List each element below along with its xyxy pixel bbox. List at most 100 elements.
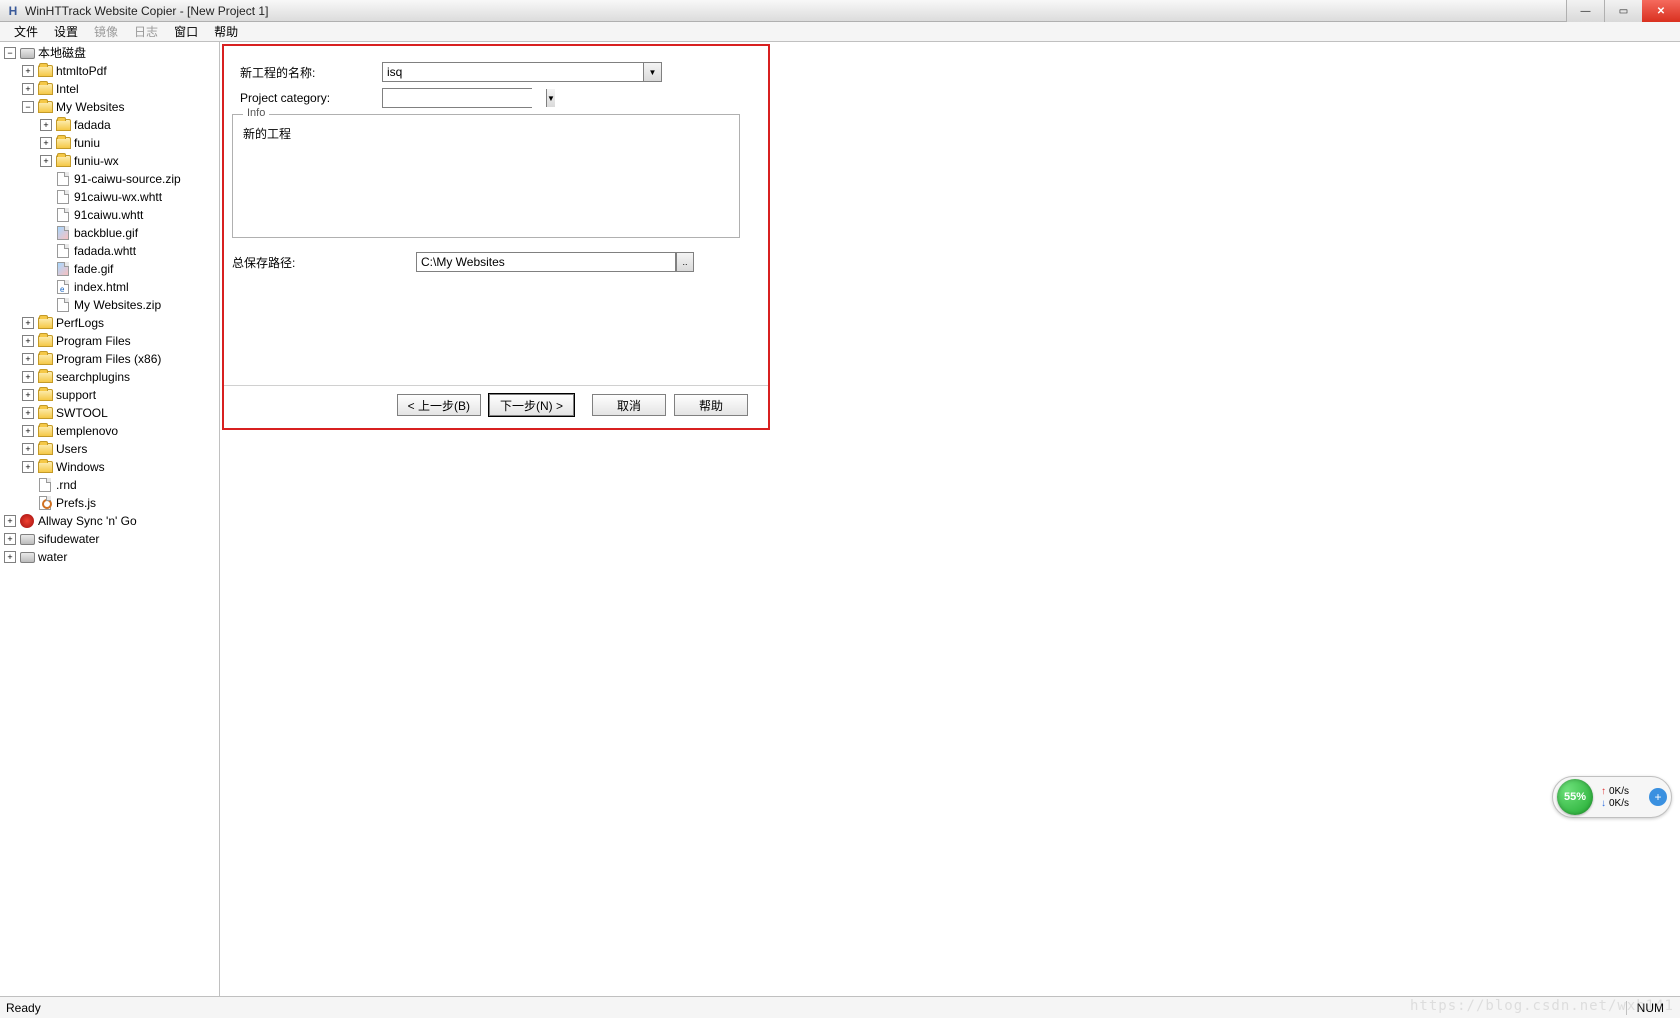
tree-expander[interactable]: + [22, 317, 34, 329]
tree-expander[interactable]: + [4, 533, 16, 545]
project-name-drop-icon[interactable]: ▼ [643, 63, 661, 81]
project-category-combo[interactable]: ▼ [382, 88, 532, 108]
tree-expander-blank [40, 245, 52, 257]
statusbar: Ready NUM [0, 996, 1680, 1018]
folder-icon [37, 334, 53, 348]
tree-expander[interactable]: + [40, 119, 52, 131]
titlebar: H WinHTTrack Website Copier - [New Proje… [0, 0, 1680, 22]
tree-expander[interactable]: + [40, 155, 52, 167]
tree-expander[interactable]: + [22, 65, 34, 77]
tree-node[interactable]: + PerfLogs [0, 314, 219, 332]
info-fieldset: Info 新的工程 [232, 114, 740, 238]
tree-expander-blank [40, 191, 52, 203]
tree-expander[interactable]: + [4, 551, 16, 563]
tree-label: 本地磁盘 [38, 44, 86, 62]
browse-button[interactable]: .. [676, 252, 694, 272]
tree-expander[interactable]: − [22, 101, 34, 113]
folder-icon [37, 316, 53, 330]
tree-node[interactable]: + Program Files [0, 332, 219, 350]
back-button[interactable]: < 上一步(B) [397, 394, 481, 416]
tree-expander[interactable]: + [22, 425, 34, 437]
minimize-button[interactable]: — [1566, 0, 1604, 22]
close-button[interactable]: ✕ [1642, 0, 1680, 22]
tree-node[interactable]: +Program Files (x86) [0, 350, 219, 368]
tree-node[interactable]: +funiu [0, 134, 219, 152]
tree-node[interactable]: +SWTOOL [0, 404, 219, 422]
tree-label: index.html [74, 278, 129, 296]
menu-log[interactable]: 日志 [126, 23, 166, 40]
tree-node[interactable]: index.html [0, 278, 219, 296]
tree-label: fade.gif [74, 260, 113, 278]
tree-expander-blank [40, 263, 52, 275]
tree-expander[interactable]: + [22, 443, 34, 455]
tree-node[interactable]: backblue.gif [0, 224, 219, 242]
tree-expander[interactable]: + [22, 335, 34, 347]
tree-node[interactable]: + sifudewater [0, 530, 219, 548]
tree-expander[interactable]: − [4, 47, 16, 59]
tree-expander-blank [22, 479, 34, 491]
tree-label: Allway Sync 'n' Go [38, 512, 137, 530]
tree-node[interactable]: + Allway Sync 'n' Go [0, 512, 219, 530]
tree-node[interactable]: +support [0, 386, 219, 404]
tree-node[interactable]: +Windows [0, 458, 219, 476]
save-path-input[interactable] [416, 252, 676, 272]
tree-expander[interactable]: + [22, 461, 34, 473]
tree-node[interactable]: My Websites.zip [0, 296, 219, 314]
tree-node[interactable]: + fadada [0, 116, 219, 134]
tree-label: htmltoPdf [56, 62, 107, 80]
project-category-drop-icon[interactable]: ▼ [546, 89, 555, 107]
network-down: 0K/s [1601, 798, 1629, 809]
tree-expander[interactable]: + [4, 515, 16, 527]
cancel-button[interactable]: 取消 [592, 394, 666, 416]
tree-node[interactable]: − 本地磁盘 [0, 44, 219, 62]
tree-node[interactable]: .rnd [0, 476, 219, 494]
help-button[interactable]: 帮助 [674, 394, 748, 416]
tree-expander[interactable]: + [22, 407, 34, 419]
tree-label: fadada [74, 116, 111, 134]
tree-node[interactable]: +water [0, 548, 219, 566]
tree-label: My Websites.zip [74, 296, 161, 314]
tree-node[interactable]: + funiu-wx [0, 152, 219, 170]
network-widget[interactable]: 55% 0K/s 0K/s + [1552, 776, 1672, 818]
tree-node[interactable]: −My Websites [0, 98, 219, 116]
tree-node[interactable]: +templenovo [0, 422, 219, 440]
tree-expander[interactable]: + [40, 137, 52, 149]
tree-label: funiu-wx [74, 152, 119, 170]
project-category-input[interactable] [383, 89, 546, 107]
status-ready: Ready [6, 1001, 41, 1015]
next-button[interactable]: 下一步(N) > [489, 394, 574, 416]
tree-expander[interactable]: + [22, 83, 34, 95]
tree-expander-blank [22, 497, 34, 509]
maximize-button[interactable]: ▭ [1604, 0, 1642, 22]
tree-node[interactable]: 91caiwu-wx.whtt [0, 188, 219, 206]
tree-node[interactable]: fadada.whtt [0, 242, 219, 260]
tree-node[interactable]: +searchplugins [0, 368, 219, 386]
menu-window[interactable]: 窗口 [166, 23, 206, 40]
menu-help[interactable]: 帮助 [206, 23, 246, 40]
tree-node[interactable]: Prefs.js [0, 494, 219, 512]
tree-expander[interactable]: + [22, 353, 34, 365]
tree-label: Program Files [56, 332, 131, 350]
tree-node[interactable]: 91-caiwu-source.zip [0, 170, 219, 188]
tree-node[interactable]: +Intel [0, 80, 219, 98]
tree-node[interactable]: + htmltoPdf [0, 62, 219, 80]
project-name-combo[interactable]: ▼ [382, 62, 662, 82]
network-plus-button[interactable]: + [1649, 788, 1667, 806]
project-name-input[interactable] [383, 63, 643, 81]
menu-settings[interactable]: 设置 [46, 23, 86, 40]
tree-node[interactable]: fade.gif [0, 260, 219, 278]
tree-node[interactable]: +Users [0, 440, 219, 458]
tree-label: sifudewater [38, 530, 99, 548]
menu-mirror[interactable]: 镜像 [86, 23, 126, 40]
tree-expander-blank [40, 173, 52, 185]
tree-expander-blank [40, 209, 52, 221]
tree-expander[interactable]: + [22, 371, 34, 383]
network-up: 0K/s [1601, 786, 1629, 797]
tree-label: .rnd [56, 476, 77, 494]
tree-label: PerfLogs [56, 314, 104, 332]
tree-node[interactable]: 91caiwu.whtt [0, 206, 219, 224]
tree-pane[interactable]: − 本地磁盘 + htmltoPdf+Intel−My Websites + fadad… [0, 42, 220, 996]
tree-expander[interactable]: + [22, 389, 34, 401]
html-file-icon [55, 280, 71, 294]
menu-file[interactable]: 文件 [6, 23, 46, 40]
